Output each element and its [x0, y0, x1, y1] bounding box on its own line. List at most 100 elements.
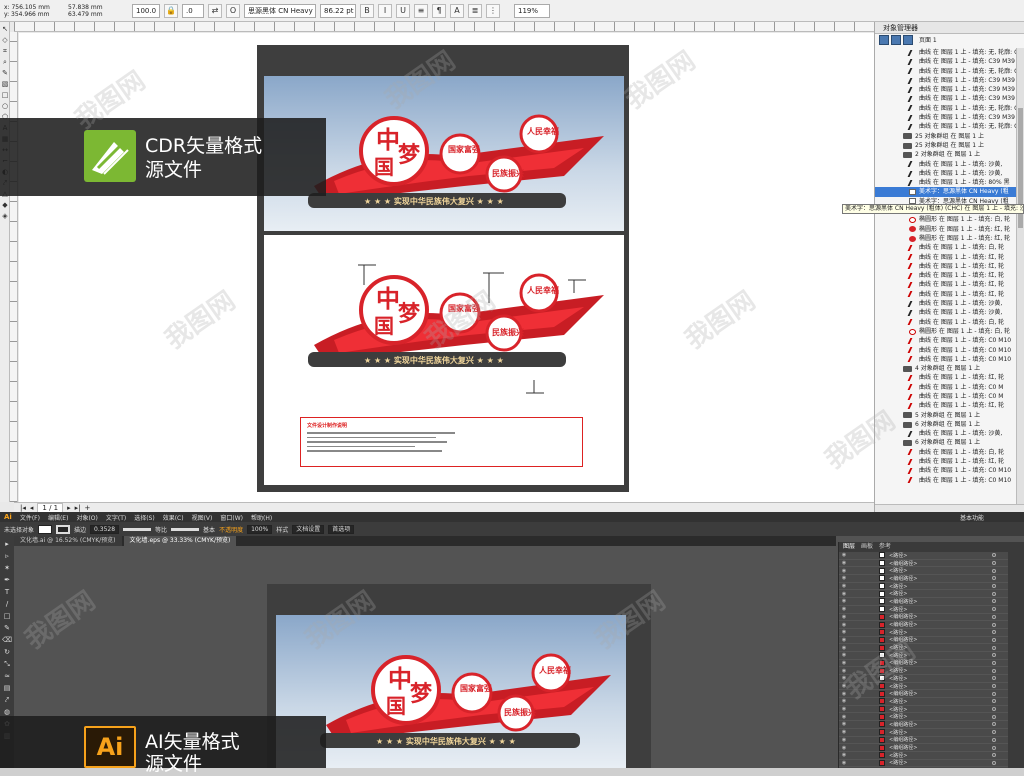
target-circle-icon[interactable]	[992, 645, 996, 650]
visibility-eye-icon[interactable]: ◉	[839, 714, 849, 720]
visibility-eye-icon[interactable]: ◉	[839, 568, 849, 574]
menu-item[interactable]: 窗口(W)	[220, 513, 243, 522]
warp-tool-icon[interactable]: ≈	[2, 672, 12, 680]
layer-row[interactable]: ◉ <路径>	[839, 583, 1008, 591]
menu-item[interactable]: 帮助(H)	[251, 513, 272, 522]
document-tab[interactable]: 文化墙.eps @ 33.33% (CMYK/预览)	[123, 536, 237, 546]
visibility-eye-icon[interactable]: ◉	[839, 729, 849, 735]
mirror-icon[interactable]: ⇄	[208, 3, 222, 18]
target-circle-icon[interactable]	[992, 553, 996, 558]
layer-row[interactable]: ◉ <编组路径>	[839, 575, 1008, 583]
layer-row[interactable]: ◉ <路径>	[839, 729, 1008, 737]
layers-scrollbar[interactable]	[1008, 542, 1024, 768]
opacity-label[interactable]: 不透明度	[219, 525, 243, 534]
visibility-eye-icon[interactable]: ◉	[839, 614, 849, 620]
menu-item[interactable]: 视图(V)	[192, 513, 213, 522]
underline-icon[interactable]: U	[396, 3, 410, 18]
visibility-eye-icon[interactable]: ◉	[839, 552, 849, 558]
scale-x-field[interactable]: 100.0	[132, 3, 160, 18]
paragraph-icon[interactable]: ¶	[432, 3, 446, 18]
angle-field[interactable]: .0	[182, 3, 204, 18]
visibility-eye-icon[interactable]: ◉	[839, 560, 849, 566]
font-name-select[interactable]: 思源黑体 CN Heavy	[244, 3, 316, 18]
crop-tool-icon[interactable]: ⌗	[1, 47, 9, 55]
selection-tool-icon[interactable]: ▸	[2, 540, 12, 548]
target-circle-icon[interactable]	[992, 561, 996, 566]
target-circle-icon[interactable]	[992, 753, 996, 758]
eraser-tool-icon[interactable]: ⌫	[2, 636, 12, 644]
visibility-eye-icon[interactable]: ◉	[839, 706, 849, 712]
target-circle-icon[interactable]	[992, 737, 996, 742]
zoom-tool-icon[interactable]: ⌕	[1, 58, 9, 66]
object-tree-row[interactable]: 曲线 在 图层 1 上 - 填充: 无, 轮廓: C	[875, 48, 1017, 57]
object-tree-row[interactable]: 曲线 在 图层 1 上 - 填充: C0 M10	[875, 336, 1017, 345]
layer-row[interactable]: ◉ <编组路径>	[839, 613, 1008, 622]
shape-tool-icon[interactable]: ◇	[1, 36, 9, 44]
fill-tool-icon[interactable]: ◆	[1, 201, 9, 209]
layer-row[interactable]: ◉ <编组路径>	[839, 621, 1008, 629]
rectangle-tool-icon[interactable]: □	[1, 91, 9, 99]
object-tree-row[interactable]: 曲线 在 图层 1 上 - 填充: 沙黄,	[875, 429, 1017, 438]
text-horizontal-icon[interactable]: ≣	[468, 3, 482, 18]
document-setup-button[interactable]: 文档设置	[292, 524, 325, 534]
brush-label[interactable]: 基本	[203, 525, 215, 534]
object-tree-row[interactable]: 曲线 在 图层 1 上 - 填充: C39 M39 Y	[875, 113, 1017, 122]
scale-tool-icon[interactable]: ⤡	[2, 660, 12, 668]
target-circle-icon[interactable]	[992, 637, 996, 642]
rotate-tool-icon[interactable]: ↻	[2, 648, 12, 656]
object-tree-row[interactable]: 2 对象群组 在 图层 1 上	[875, 150, 1017, 159]
target-circle-icon[interactable]	[992, 760, 996, 765]
object-tree-row[interactable]: 曲线 在 图层 1 上 - 填充: C39 M39 Y	[875, 85, 1017, 94]
font-size-select[interactable]: 86.22 pt	[320, 3, 356, 18]
target-circle-icon[interactable]	[992, 584, 996, 589]
visibility-eye-icon[interactable]: ◉	[839, 752, 849, 758]
pen-tool-icon[interactable]: ✒	[2, 576, 12, 584]
object-tree-row[interactable]: 6 对象群组 在 图层 1 上	[875, 420, 1017, 429]
panel-tab[interactable]: 图层	[843, 542, 855, 552]
preferences-button[interactable]: 首选项	[328, 524, 355, 534]
text-vertical-icon[interactable]: ⋮	[486, 3, 500, 18]
object-tree-scrollbar[interactable]	[1016, 48, 1024, 504]
target-circle-icon[interactable]	[992, 568, 996, 573]
target-circle-icon[interactable]	[992, 607, 996, 612]
object-tree-row[interactable]: 曲线 在 图层 1 上 - 填充: C0 M10	[875, 476, 1017, 485]
layer-row[interactable]: ◉ <编组路径>	[839, 659, 1008, 668]
object-tree-row[interactable]: 曲线 在 图层 1 上 - 填充: 沙黄,	[875, 308, 1017, 317]
ellipse-tool-icon[interactable]: ○	[1, 102, 9, 110]
last-page-icon[interactable]: ▸|	[75, 504, 81, 512]
target-circle-icon[interactable]	[992, 622, 996, 627]
object-tree-row[interactable]: 曲线 在 图层 1 上 - 填充: 红, 轮	[875, 373, 1017, 382]
target-circle-icon[interactable]	[992, 707, 996, 712]
type-tool-icon[interactable]: T	[2, 588, 12, 596]
direct-selection-tool-icon[interactable]: ▹	[2, 552, 12, 560]
visibility-eye-icon[interactable]: ◉	[839, 606, 849, 612]
target-circle-icon[interactable]	[992, 660, 996, 665]
object-tree-row[interactable]: 美术字：思源黑体 CN Heavy (粗	[875, 187, 1017, 197]
object-tree-row[interactable]: 6 对象群组 在 图层 1 上	[875, 438, 1017, 447]
target-circle-icon[interactable]	[992, 591, 996, 596]
layer-row[interactable]: ◉ <路径>	[839, 675, 1008, 683]
layer-row[interactable]: ◉ <路径>	[839, 590, 1008, 599]
zoom-field[interactable]: 119%	[514, 3, 550, 18]
visibility-eye-icon[interactable]: ◉	[839, 645, 849, 651]
object-tree-row[interactable]: 曲线 在 图层 1 上 - 填充: 沙黄,	[875, 160, 1017, 169]
layer-row[interactable]: ◉ <编组路径>	[839, 744, 1008, 752]
object-tree-row[interactable]: 椭圆形 在 图层 1 上 - 填充: 红, 轮	[875, 234, 1017, 243]
pick-tool-icon[interactable]: ↖	[1, 25, 9, 33]
fill-swatch[interactable]	[38, 524, 53, 534]
visibility-eye-icon[interactable]: ◉	[839, 745, 849, 751]
stroke-profile-label[interactable]: 等比	[155, 525, 167, 534]
menu-item[interactable]: 效果(C)	[163, 513, 184, 522]
layer-row[interactable]: ◉ <编组路径>	[839, 736, 1008, 745]
layer-row[interactable]: ◉ <编组路径>	[839, 690, 1008, 699]
add-page-icon[interactable]: +	[85, 504, 91, 512]
object-tree-row[interactable]: 曲线 在 图层 1 上 - 填充: 白, 轮	[875, 448, 1017, 457]
object-tree-row[interactable]: 4 对象群组 在 图层 1 上	[875, 364, 1017, 373]
visibility-eye-icon[interactable]: ◉	[839, 737, 849, 743]
visibility-eye-icon[interactable]: ◉	[839, 760, 849, 766]
visibility-eye-icon[interactable]: ◉	[839, 583, 849, 589]
align-icon[interactable]: ≡	[414, 3, 428, 18]
layer-row[interactable]: ◉ <编组路径>	[839, 636, 1008, 645]
opacity-field[interactable]: 100%	[247, 524, 273, 534]
freehand-tool-icon[interactable]: ✎	[1, 69, 9, 77]
